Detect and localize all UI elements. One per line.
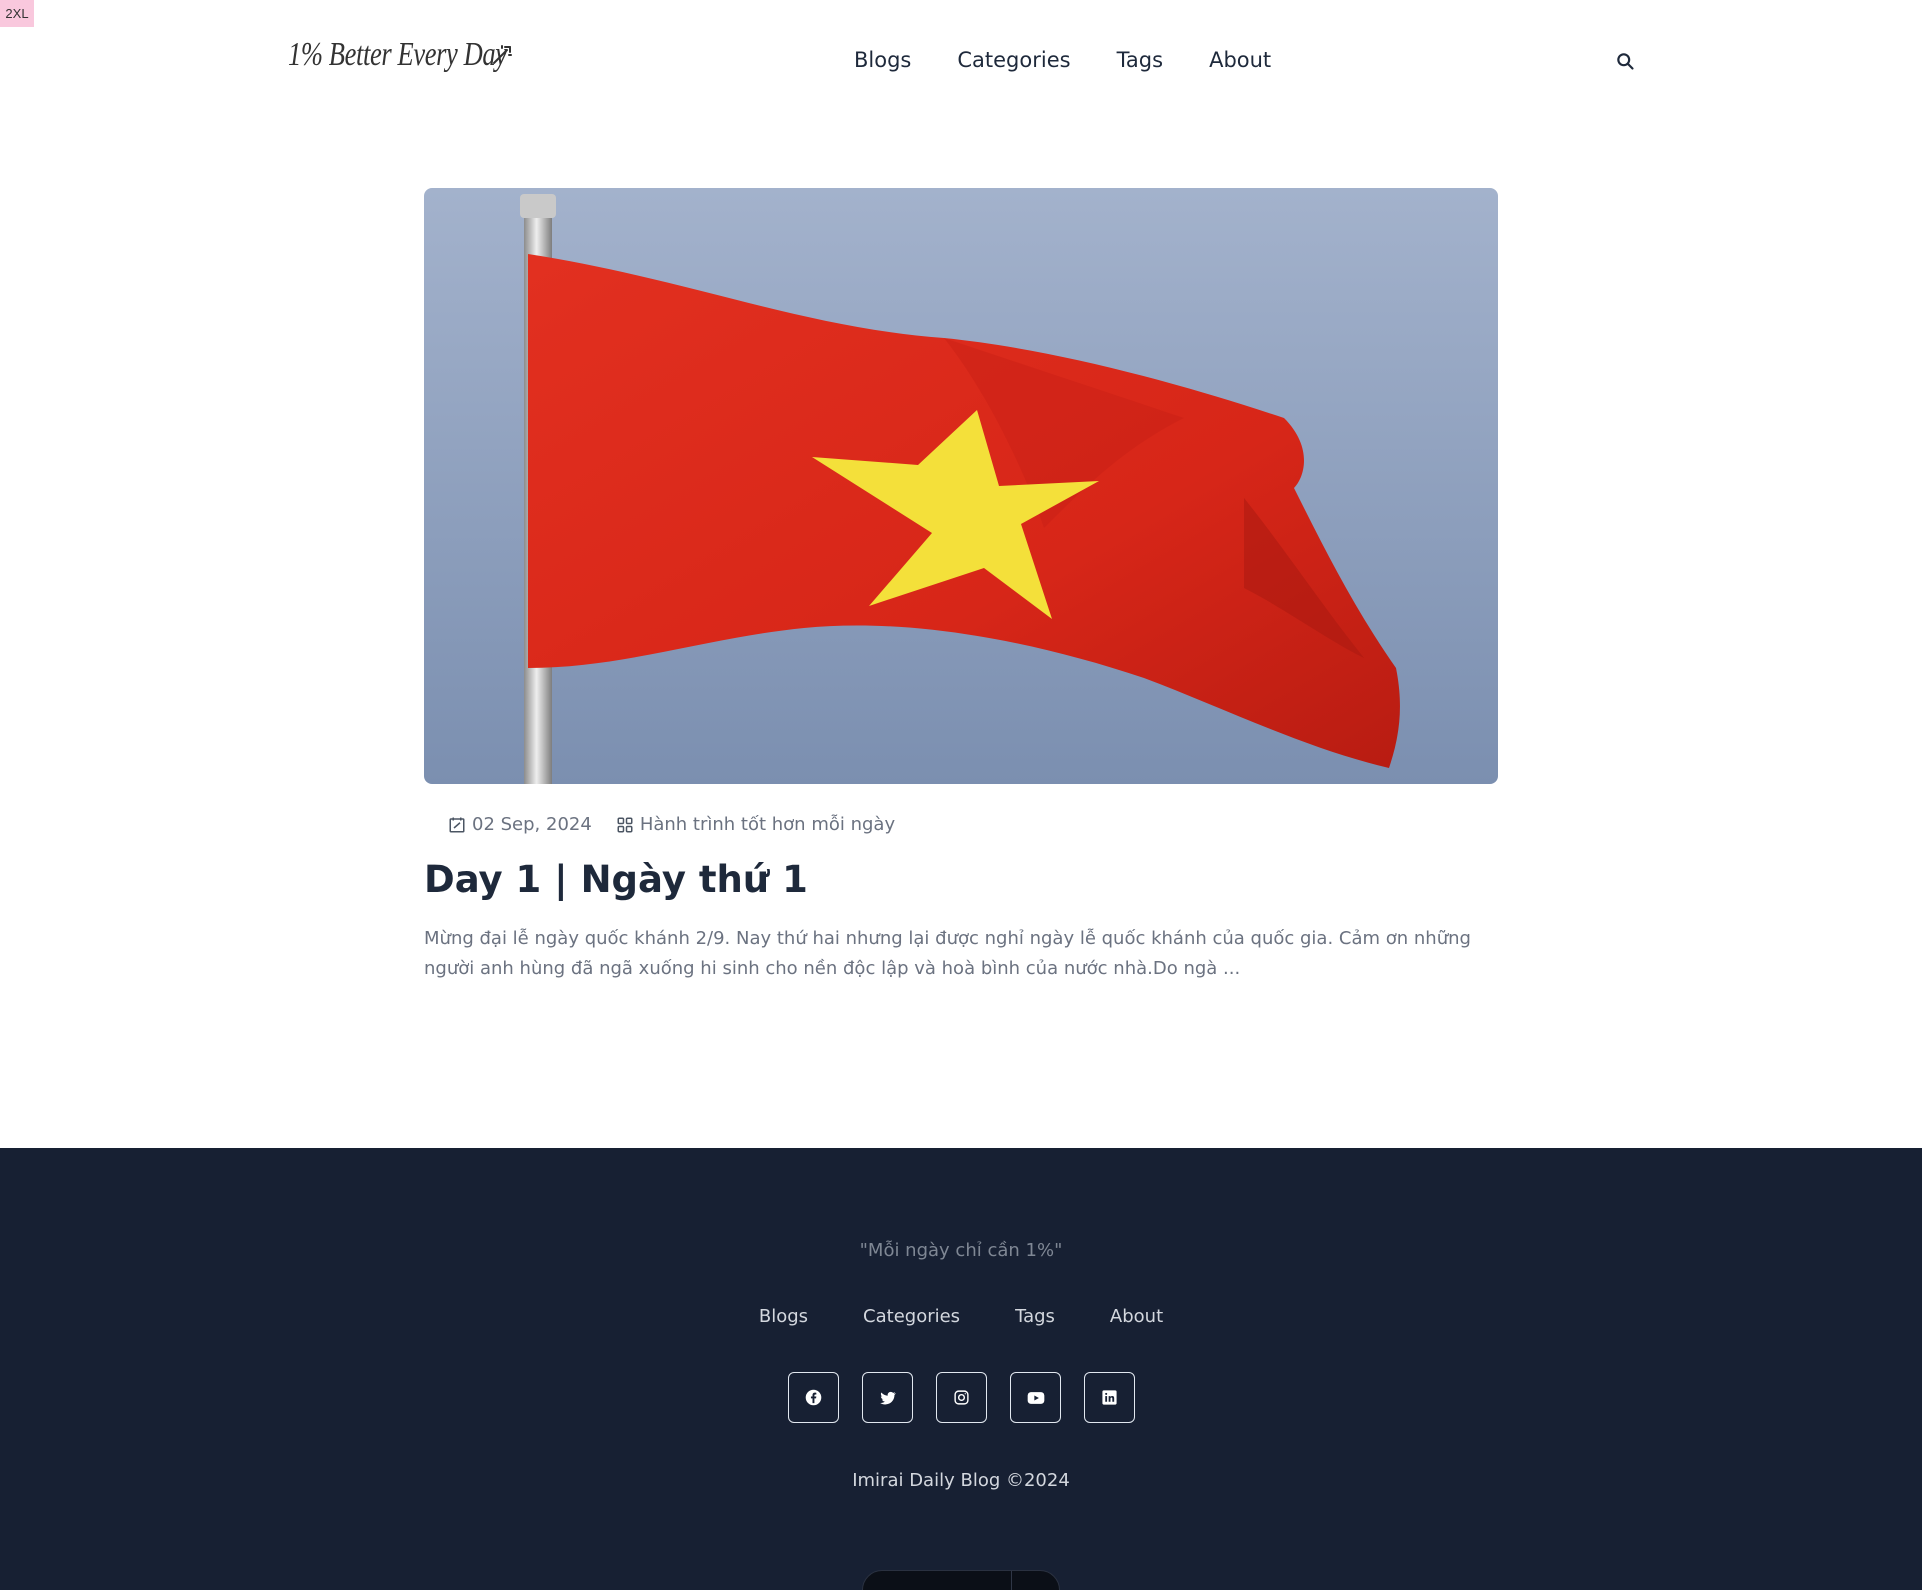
post-date-text: 02 Sep, 2024 (472, 814, 592, 835)
instagram-icon (954, 1390, 969, 1405)
logo-text: 1% Better Every Day (288, 36, 507, 73)
nav-categories[interactable]: Categories (957, 48, 1070, 72)
post-category-text: Hành trình tốt hơn mỗi ngày (639, 814, 896, 835)
toolbar-divider (1011, 1571, 1012, 1590)
post-excerpt: Mừng đại lễ ngày quốc khánh 2/9. Nay thứ… (424, 928, 1471, 979)
social-links (788, 1372, 1135, 1423)
post-title[interactable]: Day 1 | Ngày thứ 1 (424, 858, 808, 901)
footer-nav-tags[interactable]: Tags (1015, 1306, 1055, 1327)
floating-dev-toolbar[interactable] (862, 1570, 1060, 1590)
nav-blogs[interactable]: Blogs (854, 48, 911, 72)
footer-nav-categories[interactable]: Categories (863, 1306, 960, 1327)
nav-about[interactable]: About (1209, 48, 1271, 72)
twitter-link[interactable] (862, 1372, 913, 1423)
facebook-icon (805, 1389, 822, 1406)
facebook-link[interactable] (788, 1372, 839, 1423)
linkedin-link[interactable] (1084, 1372, 1135, 1423)
linkedin-icon (1102, 1390, 1117, 1405)
footer-quote: "Mỗi ngày chỉ cần 1%" (859, 1240, 1063, 1261)
site-logo[interactable]: 1% Better Every Day (288, 36, 514, 74)
twitter-icon (879, 1391, 896, 1404)
footer-nav: Blogs Categories Tags About (0, 1306, 1922, 1327)
footer-nav-blogs[interactable]: Blogs (759, 1306, 808, 1327)
nav-tags[interactable]: Tags (1117, 48, 1164, 72)
main-nav: Blogs Categories Tags About (854, 48, 1271, 72)
post-category[interactable]: Hành trình tốt hơn mỗi ngày (616, 814, 895, 835)
site-footer: "Mỗi ngày chỉ cần 1%" Blogs Categories T… (0, 1148, 1922, 1590)
instagram-link[interactable] (936, 1372, 987, 1423)
search-button[interactable] (1612, 48, 1638, 74)
post-cover-image[interactable] (424, 188, 1498, 784)
copyright: Imirai Daily Blog ©2024 (852, 1470, 1070, 1491)
post-meta: 02 Sep, 2024 Hành trình tốt hơn mỗi ngày (448, 814, 895, 835)
youtube-link[interactable] (1010, 1372, 1061, 1423)
post-date: 02 Sep, 2024 (448, 814, 592, 835)
category-grid-icon (617, 817, 633, 832)
footer-nav-about[interactable]: About (1110, 1306, 1163, 1327)
youtube-icon (1027, 1391, 1044, 1404)
search-icon (1617, 53, 1634, 70)
site-header: 1% Better Every Day Blogs Categories Tag… (0, 0, 1922, 125)
calendar-check-icon (449, 817, 465, 832)
